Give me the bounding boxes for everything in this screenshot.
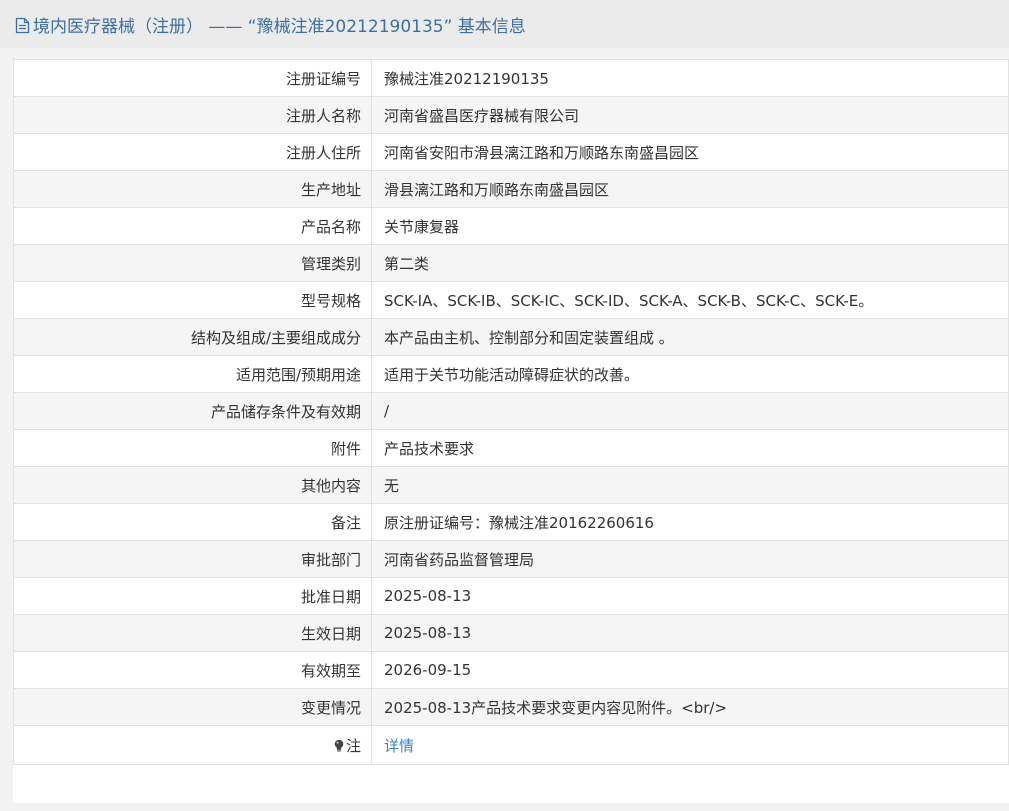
field-value: 河南省药品监督管理局: [371, 540, 1009, 578]
field-value: 豫械注准20212190135: [371, 59, 1009, 97]
field-label: 其他内容: [13, 466, 372, 504]
field-value: 滑县漓江路和万顺路东南盛昌园区: [371, 170, 1009, 208]
field-value: SCK-ⅠA、SCK-ⅠB、SCK-ⅠC、SCK-ⅠD、SCK-A、SCK-B、…: [371, 281, 1009, 319]
field-label: 注册证编号: [13, 59, 372, 97]
note-row: 注 详情: [13, 725, 1009, 765]
info-panel: 注册证编号 豫械注准20212190135 注册人名称 河南省盛昌医疗器械有限公司 注册…: [13, 59, 1009, 803]
table-row: 备注 原注册证编号：豫械注准20162260616: [13, 503, 1009, 541]
table-row: 有效期至 2026-09-15: [13, 651, 1009, 689]
field-label: 注册人名称: [13, 96, 372, 134]
field-label: 生效日期: [13, 614, 372, 652]
note-value-cell: 详情: [371, 725, 1009, 765]
field-label: 有效期至: [13, 651, 372, 689]
field-label: 批准日期: [13, 577, 372, 615]
table-row: 产品储存条件及有效期 /: [13, 392, 1009, 430]
info-table: 注册证编号 豫械注准20212190135 注册人名称 河南省盛昌医疗器械有限公司 注册…: [13, 59, 1009, 765]
field-value: 本产品由主机、控制部分和固定装置组成 。: [371, 318, 1009, 356]
table-row: 结构及组成/主要组成成分 本产品由主机、控制部分和固定装置组成 。: [13, 318, 1009, 356]
bottom-strip: [0, 803, 1009, 811]
page: 境内医疗器械（注册） —— “豫械注准20212190135” 基本信息 注册证…: [0, 0, 1009, 811]
table-row: 批准日期 2025-08-13: [13, 577, 1009, 615]
table-row: 生效日期 2025-08-13: [13, 614, 1009, 652]
table-row: 管理类别 第二类: [13, 244, 1009, 282]
field-value: 无: [371, 466, 1009, 504]
lightbulb-icon: [333, 739, 345, 753]
table-row: 其他内容无: [13, 466, 1009, 504]
table-row: 注册证编号 豫械注准20212190135: [13, 59, 1009, 97]
field-label: 生产地址: [13, 170, 372, 208]
note-label: 注: [345, 736, 361, 755]
field-label: 产品储存条件及有效期: [13, 392, 372, 430]
field-label: 适用范围/预期用途: [13, 355, 372, 393]
field-value: 第二类: [371, 244, 1009, 282]
table-row: 附件 产品技术要求: [13, 429, 1009, 467]
table-row: 产品名称 关节康复器: [13, 207, 1009, 245]
field-value: 2025-08-13: [371, 614, 1009, 652]
table-row: 注册人住所 河南省安阳市滑县漓江路和万顺路东南盛昌园区: [13, 133, 1009, 171]
table-row: 适用范围/预期用途 适用于关节功能活动障碍症状的改善。: [13, 355, 1009, 393]
table-row: 审批部门 河南省药品监督管理局: [13, 540, 1009, 578]
field-value: 2025-08-13产品技术要求变更内容见附件。<br/>: [371, 688, 1009, 726]
field-label: 备注: [13, 503, 372, 541]
field-value: 关节康复器: [371, 207, 1009, 245]
field-value: 2025-08-13: [371, 577, 1009, 615]
detail-link[interactable]: 详情: [384, 737, 414, 755]
page-title: 境内医疗器械（注册） —— “豫械注准20212190135” 基本信息: [33, 16, 526, 37]
title-bar: 境内医疗器械（注册） —— “豫械注准20212190135” 基本信息: [0, 0, 1009, 48]
table-row: 型号规格 SCK-ⅠA、SCK-ⅠB、SCK-ⅠC、SCK-ⅠD、SCK-A、SC…: [13, 281, 1009, 319]
field-value: 产品技术要求: [371, 429, 1009, 467]
document-icon: [15, 17, 30, 34]
field-value: /: [371, 392, 1009, 430]
field-label: 结构及组成/主要组成成分: [13, 318, 372, 356]
field-label: 型号规格: [13, 281, 372, 319]
field-label: 管理类别: [13, 244, 372, 282]
field-label: 附件: [13, 429, 372, 467]
field-label: 审批部门: [13, 540, 372, 578]
field-value: 原注册证编号：豫械注准20162260616: [371, 503, 1009, 541]
field-value: 适用于关节功能活动障碍症状的改善。: [371, 355, 1009, 393]
field-label: 变更情况: [13, 688, 372, 726]
field-label: 注册人住所: [13, 133, 372, 171]
table-row: 变更情况 2025-08-13产品技术要求变更内容见附件。<br/>: [13, 688, 1009, 726]
table-row: 注册人名称 河南省盛昌医疗器械有限公司: [13, 96, 1009, 134]
note-label-cell: 注: [13, 725, 372, 765]
field-value: 河南省盛昌医疗器械有限公司: [371, 96, 1009, 134]
field-value: 河南省安阳市滑县漓江路和万顺路东南盛昌园区: [371, 133, 1009, 171]
field-value: 2026-09-15: [371, 651, 1009, 689]
table-row: 生产地址 滑县漓江路和万顺路东南盛昌园区: [13, 170, 1009, 208]
field-label: 产品名称: [13, 207, 372, 245]
